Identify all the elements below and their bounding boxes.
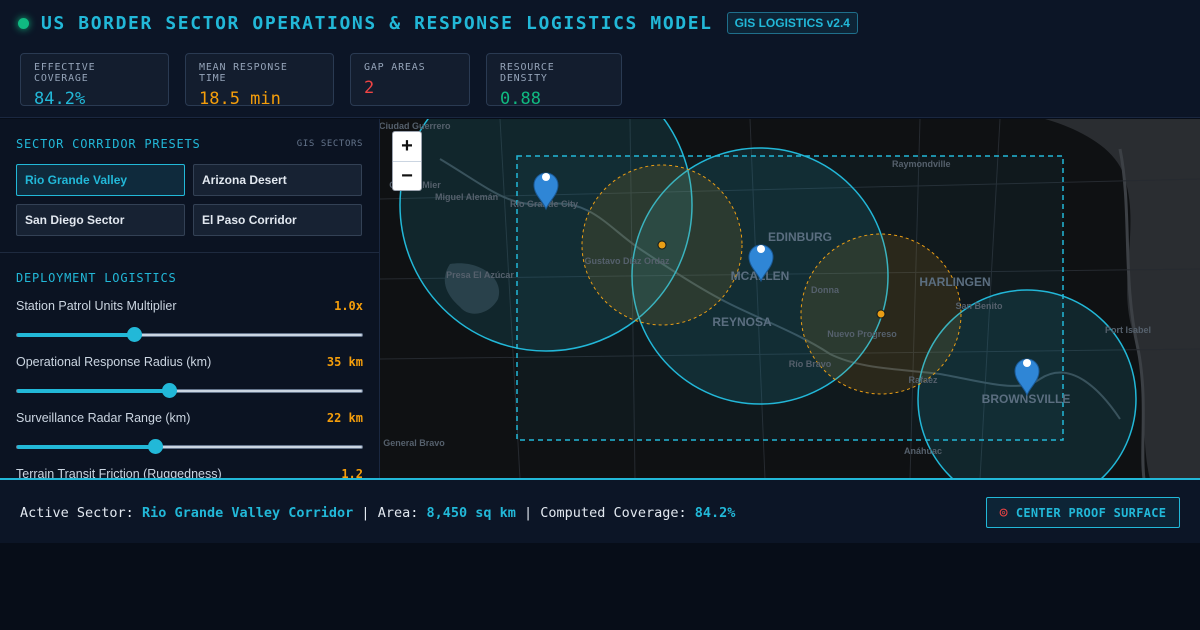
- kpi-label: RESOURCE DENSITY: [500, 62, 555, 84]
- zoom-out-button[interactable]: −: [393, 161, 421, 190]
- map-place-label: Port Isabel: [1105, 325, 1151, 335]
- slider-response-radius: Operational Response Radius (km) 35 km: [0, 355, 379, 398]
- slider-label: Operational Response Radius (km): [16, 355, 212, 369]
- version-badge: GIS LOGISTICS v2.4: [726, 12, 858, 34]
- kpi-row: EFFECTIVE COVERAGE 84.2% MEAN RESPONSE T…: [20, 53, 622, 109]
- zoom-in-button[interactable]: +: [393, 132, 421, 161]
- sector-label: Active Sector:: [20, 505, 134, 521]
- kpi-value: 18.5 min: [199, 89, 281, 109]
- slider-fill: [17, 445, 155, 449]
- slider-value: 1.0x: [334, 299, 363, 313]
- kpi-effective-coverage: EFFECTIVE COVERAGE 84.2%: [20, 53, 169, 109]
- map-place-label: Rafaez: [908, 375, 938, 385]
- status-line: Active Sector: Rio Grande Valley Corrido…: [20, 505, 735, 521]
- slider-value: 35 km: [326, 355, 363, 369]
- presets-tag: GIS SECTORS: [296, 139, 363, 149]
- slider-thumb[interactable]: [127, 327, 143, 342]
- kpi-label: MEAN RESPONSE TIME: [199, 62, 288, 84]
- slider-label: Surveillance Radar Range (km): [16, 411, 191, 425]
- app-header: US BORDER SECTOR OPERATIONS & RESPONSE L…: [0, 0, 1200, 118]
- map-place-label: REYNOSA: [712, 315, 772, 329]
- map-place-label: Gustavo Díaz Ordaz: [584, 256, 670, 266]
- kpi-label: GAP AREAS: [364, 62, 426, 73]
- map-place-label: Nueva Ciudad Guerrero: [380, 121, 451, 131]
- kpi-value: 2: [364, 78, 375, 98]
- deployment-header: DEPLOYMENT LOGISTICS: [0, 271, 379, 285]
- coverage-label: Computed Coverage:: [540, 505, 687, 521]
- map-place-label: Río Bravo: [789, 359, 832, 369]
- page-title: US BORDER SECTOR OPERATIONS & RESPONSE L…: [41, 12, 713, 34]
- slider-fill: [17, 333, 135, 337]
- slider-label: Station Patrol Units Multiplier: [16, 299, 177, 313]
- slider-track[interactable]: [16, 439, 363, 454]
- area-label: Area:: [377, 505, 419, 521]
- zoom-control: + −: [392, 131, 422, 191]
- kpi-value: 84.2%: [34, 89, 86, 109]
- control-sidebar: SECTOR CORRIDOR PRESETS GIS SECTORS Rio …: [0, 119, 380, 479]
- slider-fill: [17, 389, 169, 393]
- slider-patrol-units: Station Patrol Units Multiplier 1.0x: [0, 299, 379, 342]
- center-button-label: CENTER PROOF SURFACE: [1015, 505, 1167, 520]
- map-place-label: Donna: [811, 285, 840, 295]
- map-place-label: General Bravo: [383, 438, 445, 448]
- map-place-label: Anáhuac: [904, 446, 942, 456]
- map-place-label: Raymondville: [892, 159, 951, 169]
- map-place-label: EDINBURG: [768, 230, 832, 244]
- map-place-label: San Benito: [955, 301, 1003, 311]
- presets-header: SECTOR CORRIDOR PRESETS GIS SECTORS: [0, 137, 379, 151]
- map-place-label: BROWNSVILLE: [982, 392, 1071, 406]
- kpi-value: 0.88: [500, 89, 541, 109]
- slider-value: 22 km: [326, 411, 363, 425]
- slider-track[interactable]: [16, 327, 363, 342]
- sector-value: Rio Grande Valley Corridor: [141, 505, 354, 521]
- center-proof-surface-button[interactable]: ◎ CENTER PROOF SURFACE: [986, 497, 1180, 528]
- map-place-label: Presa El Azúcar: [446, 270, 514, 280]
- kpi-label: EFFECTIVE COVERAGE: [34, 62, 96, 84]
- status-footer: Active Sector: Rio Grande Valley Corrido…: [0, 478, 1200, 543]
- separator: |: [524, 505, 533, 521]
- kpi-gap-areas: GAP AREAS 2: [350, 53, 470, 106]
- coverage-value: 84.2%: [694, 505, 736, 521]
- map-place-label: Miguel Alemán: [435, 192, 498, 202]
- preset-arizona-desert[interactable]: Arizona Desert: [193, 164, 362, 196]
- preset-el-paso-corridor[interactable]: El Paso Corridor: [193, 204, 362, 236]
- slider-radar-range: Surveillance Radar Range (km) 22 km: [0, 411, 379, 454]
- preset-grid: Rio Grande Valley Arizona Desert San Die…: [0, 164, 379, 236]
- area-value: 8,450 sq km: [426, 505, 516, 521]
- slider-thumb[interactable]: [148, 439, 163, 454]
- target-icon: ◎: [999, 505, 1008, 520]
- preset-san-diego-sector[interactable]: San Diego Sector: [16, 204, 185, 236]
- deployment-title: DEPLOYMENT LOGISTICS: [16, 271, 177, 285]
- preset-rio-grande-valley[interactable]: Rio Grande Valley: [16, 164, 185, 196]
- slider-thumb[interactable]: [161, 383, 177, 398]
- slider-track[interactable]: [16, 383, 363, 398]
- map-view[interactable]: RaymondvilleMiguel AlemánRío Grande City…: [380, 119, 1200, 479]
- map-place-label: Nuevo Progreso: [827, 329, 897, 339]
- title-row: US BORDER SECTOR OPERATIONS & RESPONSE L…: [18, 12, 858, 34]
- kpi-resource-density: RESOURCE DENSITY 0.88: [486, 53, 622, 109]
- kpi-mean-response-time: MEAN RESPONSE TIME 18.5 min: [185, 53, 334, 109]
- presets-title: SECTOR CORRIDOR PRESETS: [16, 137, 201, 151]
- map-canvas[interactable]: RaymondvilleMiguel AlemánRío Grande City…: [380, 119, 1200, 479]
- separator: |: [361, 505, 370, 521]
- status-indicator-icon: [18, 17, 29, 29]
- map-place-label: HARLINGEN: [919, 275, 990, 289]
- section-divider: [0, 252, 379, 253]
